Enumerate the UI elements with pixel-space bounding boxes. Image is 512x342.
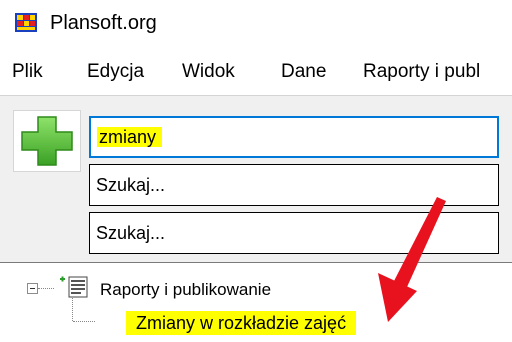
- add-button[interactable]: [13, 110, 81, 172]
- tree-item-raporty[interactable]: Raporty i publikowanie: [100, 279, 271, 301]
- tree-connector: [73, 321, 95, 322]
- search-panel: zmiany Szukaj... Szukaj...: [0, 95, 512, 263]
- window-title: Plansoft.org: [50, 12, 157, 34]
- menu-raporty[interactable]: Raporty i publ: [363, 60, 480, 84]
- menu-bar: Plik Edycja Widok Dane Raporty i publ: [0, 52, 512, 92]
- menu-edycja[interactable]: Edycja: [87, 60, 144, 84]
- search-input-1-value: zmiany: [97, 127, 163, 147]
- menu-widok[interactable]: Widok: [182, 60, 235, 84]
- search-input-2[interactable]: Szukaj...: [89, 164, 499, 206]
- tree-item-zmiany[interactable]: Zmiany w rozkładzie zajęć: [126, 311, 357, 335]
- title-bar: Plansoft.org: [0, 0, 512, 52]
- green-plus-icon: [21, 116, 73, 166]
- menu-plik[interactable]: Plik: [12, 60, 43, 84]
- tree-connector: [38, 288, 54, 289]
- plansoft-logo-icon: [15, 13, 37, 32]
- tree-node-icon: [60, 276, 88, 298]
- search-input-3[interactable]: Szukaj...: [89, 212, 499, 254]
- search-input-1[interactable]: zmiany: [89, 116, 499, 158]
- menu-dane[interactable]: Dane: [281, 60, 326, 84]
- collapse-toggle[interactable]: [27, 283, 38, 294]
- tree-view: Raporty i publikowanie Zmiany w rozkładz…: [0, 262, 512, 342]
